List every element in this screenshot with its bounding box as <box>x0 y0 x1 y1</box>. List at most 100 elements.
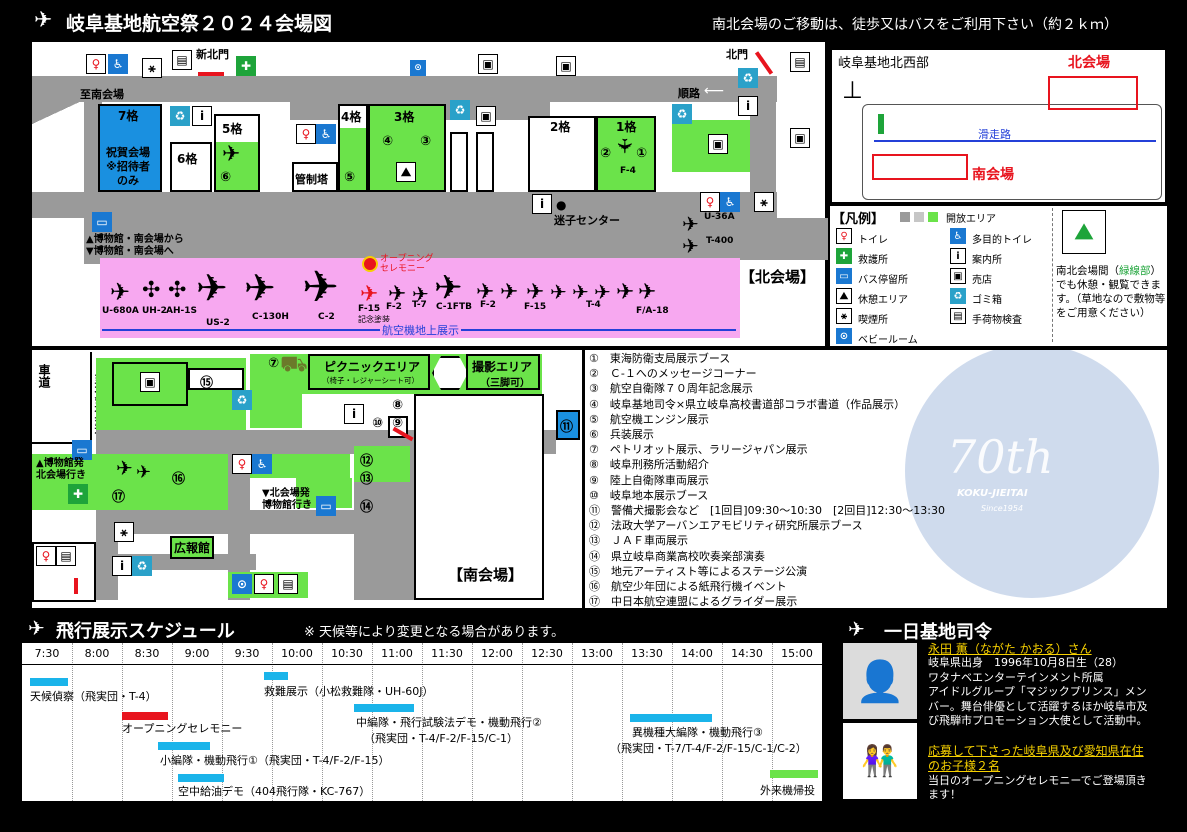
trash-icon: ♻ <box>450 100 470 120</box>
compass-north-icon: ⊥ <box>842 76 863 104</box>
baby-room-icon: ⊙ <box>410 60 426 76</box>
exhibit-3-marker: ③ <box>420 134 432 149</box>
baggage-check-icon: ▤ <box>172 50 192 70</box>
schedule-event: （飛実団・T-4/F-2/F-15/C-1） <box>364 732 519 745</box>
legend-item-trash: ゴミ箱 <box>972 295 1002 306</box>
aircraft-label: F-2 <box>480 300 496 310</box>
toilet-icon: ♀ <box>36 546 56 566</box>
schedule-column-line <box>622 643 624 801</box>
north-venue-label: 【北会場】 <box>740 268 816 286</box>
schedule-airplane-icon: ✈ <box>28 616 45 640</box>
kids-title: 応募して下さった岐阜県及び愛知県在住のお子様２名 <box>928 744 1144 773</box>
bus-stop-icon: ▭ <box>316 496 336 516</box>
kids-illustration: 👫 <box>843 723 917 799</box>
header-note: 南北会場のご移動は、徒歩又はバスをご利用下さい（約２ｋｍ） <box>712 17 1118 33</box>
baggage-check-icon: ▤ <box>56 546 76 566</box>
commander-name: 永田 薫（ながた かおる）さん <box>928 642 1092 656</box>
legend-item-baggage: 手荷物検査 <box>972 315 1022 326</box>
stage-block <box>188 368 244 390</box>
aircraft-label: UH-2 <box>142 306 167 316</box>
exhibit-item: ⑮ 地元アーティスト等によるステージ公演 <box>589 564 808 578</box>
photo-label: 撮影エリア <box>472 360 533 374</box>
exhibit-16-marker: ⑯ <box>172 472 186 487</box>
shop-icon: ▣ <box>950 268 966 284</box>
schedule-column-line <box>272 643 274 801</box>
commander-photo: 👤 <box>843 643 917 719</box>
aircraft-label: F-15 <box>358 304 381 314</box>
open-area-swatch <box>900 212 910 222</box>
aircraft-label: C-130H <box>252 312 289 322</box>
info-icon: i <box>112 556 132 576</box>
open-area-swatch <box>914 212 924 222</box>
commander-profile: 岐阜県出身 1996年10月8日生（28） ワタナベエンターテインメント所属 ア… <box>928 656 1148 727</box>
schedule-time-header: 12:00 <box>481 647 513 660</box>
hangar-7-label: 7格 <box>118 109 139 123</box>
rest-note: 南北会場間（緑線部）でも休憩・観覧できます。（草地なので敷物等をご用意ください） <box>1056 264 1166 320</box>
patriot-vehicle-icon: ⛟ <box>280 352 308 377</box>
route-label: 順路 <box>678 87 700 100</box>
schedule-event: 空中給油デモ（404飛行隊・KC-767） <box>178 785 371 798</box>
info-icon: i <box>738 96 758 116</box>
exhibit-item: ① 東海防衛支局展示ブース <box>589 352 731 365</box>
hangar-1-label: 1格 <box>616 120 637 134</box>
schedule-bar <box>178 774 224 782</box>
schedule-bar <box>158 742 210 750</box>
road-label: 車道 <box>37 364 51 388</box>
inset-map: 岐阜基地北西部 ⊥ 北会場 滑走路 南会場 <box>830 48 1167 204</box>
emblem-sub: KOKU-JIEITAI <box>957 488 1028 499</box>
aircraft-silhouette: ✣ <box>142 278 161 303</box>
schedule-column-line <box>722 643 724 801</box>
schedule-column-line <box>72 643 74 801</box>
road-diagonal <box>32 97 84 127</box>
schedule-time-header: 9:30 <box>234 647 260 660</box>
route-arrow: ⟵ <box>704 83 725 99</box>
shop-icon: ▣ <box>478 54 498 74</box>
schedule-time-header: 10:30 <box>331 647 363 660</box>
toilet-icon: ♀ <box>232 454 252 474</box>
north-gate-label: 北門 <box>726 48 748 61</box>
rest-area-icon: ⛰ <box>396 162 416 182</box>
hangar-6-label: 6格 <box>177 152 198 166</box>
schedule-time-header: 9:00 <box>184 647 210 660</box>
smoking-icon: ⚹ <box>836 308 852 324</box>
info-icon: i <box>344 404 364 424</box>
north-venue-map: 至南会場 順路 ⟵ 新北門 北門 7格 祝賀会場 ※招待者 のみ 6格 5格 ✈… <box>32 42 828 346</box>
exhibit-10-marker: ⑩ <box>372 416 384 431</box>
exhibit-item: ⑩ 岐阜地本展示ブース <box>589 488 709 502</box>
page-title: 岐阜基地航空祭２０２４会場図 <box>66 13 333 35</box>
exhibit-2-marker: ② <box>600 146 612 161</box>
schedule-event: 救難展示（小松救難隊・UH-60J） <box>264 685 434 698</box>
structure <box>476 132 494 192</box>
exhibit-17-marker: ⑰ <box>112 490 126 505</box>
baby-room-icon: ⊙ <box>232 574 252 594</box>
bus-north-note: ▲博物館発 北会場行き <box>36 458 86 481</box>
smoking-icon: ⚹ <box>754 192 774 212</box>
aircraft-silhouette: ✈ <box>616 280 635 305</box>
hangar-7-text: 祝賀会場 ※招待者 のみ <box>106 146 150 187</box>
schedule-bar <box>122 712 168 720</box>
legend-item-baby: ベビールーム <box>858 335 918 346</box>
aircraft-label: C-2 <box>318 312 335 322</box>
schedule-event: 小編隊・機動飛行①（飛実団・T-4/F-2/F-15） <box>160 754 390 767</box>
accessible-toilet-icon: ♿ <box>252 454 272 474</box>
aircraft-label: T-4 <box>586 300 601 310</box>
legend-item-smoking: 喫煙所 <box>858 315 888 326</box>
hangar-2-label: 2格 <box>550 120 571 134</box>
aircraft-label: U-680A <box>102 306 139 316</box>
aircraft-label: AH-1S <box>166 306 197 316</box>
schedule-event: 異機種大編隊・機動飛行③ <box>632 726 763 739</box>
exhibit-item: ⑪ 警備犬撮影会など [1回目]09:30～10:30 [2回目]12:30～1… <box>589 504 945 518</box>
shop-icon: ▣ <box>476 106 496 126</box>
trash-icon: ♻ <box>170 106 190 126</box>
inset-south-label: 南会場 <box>972 167 1014 183</box>
legend-title: 【凡例】 <box>832 212 885 227</box>
baggage-check-icon: ▤ <box>790 52 810 72</box>
bus-stop-icon: ▭ <box>72 440 92 460</box>
schedule-column-line <box>672 643 674 801</box>
emblem-text: 70th <box>947 430 1054 484</box>
exhibit-item: ⑥ 兵装展示 <box>589 428 654 442</box>
hangar-5-label: 5格 <box>222 122 243 136</box>
smoking-icon: ⚹ <box>142 58 162 78</box>
trash-icon: ♻ <box>232 390 252 410</box>
exhibit-7-marker: ⑦ <box>268 356 280 371</box>
